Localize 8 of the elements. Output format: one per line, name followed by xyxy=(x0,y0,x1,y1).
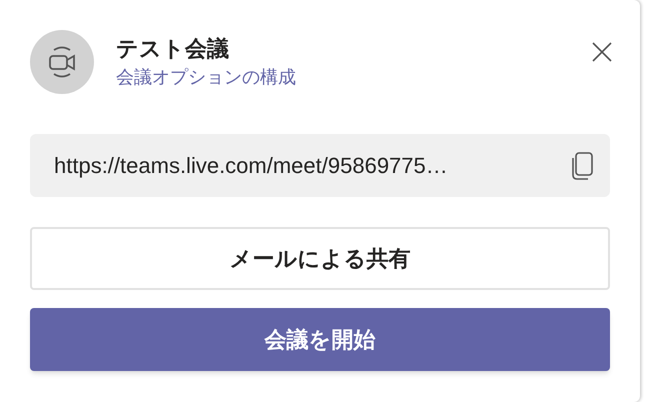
meeting-link-text: https://teams.live.com/meet/95869775… xyxy=(54,152,449,180)
share-by-email-button[interactable]: メールによる共有 xyxy=(30,227,610,290)
close-icon[interactable] xyxy=(592,42,612,62)
copy-icon[interactable] xyxy=(570,150,594,180)
meeting-options-link[interactable]: 会議オプションの構成 xyxy=(116,64,296,90)
meeting-title: テスト会議 xyxy=(116,35,230,63)
start-meeting-button[interactable]: 会議を開始 xyxy=(30,308,610,371)
meeting-link-field[interactable]: https://teams.live.com/meet/95869775… xyxy=(30,134,610,197)
